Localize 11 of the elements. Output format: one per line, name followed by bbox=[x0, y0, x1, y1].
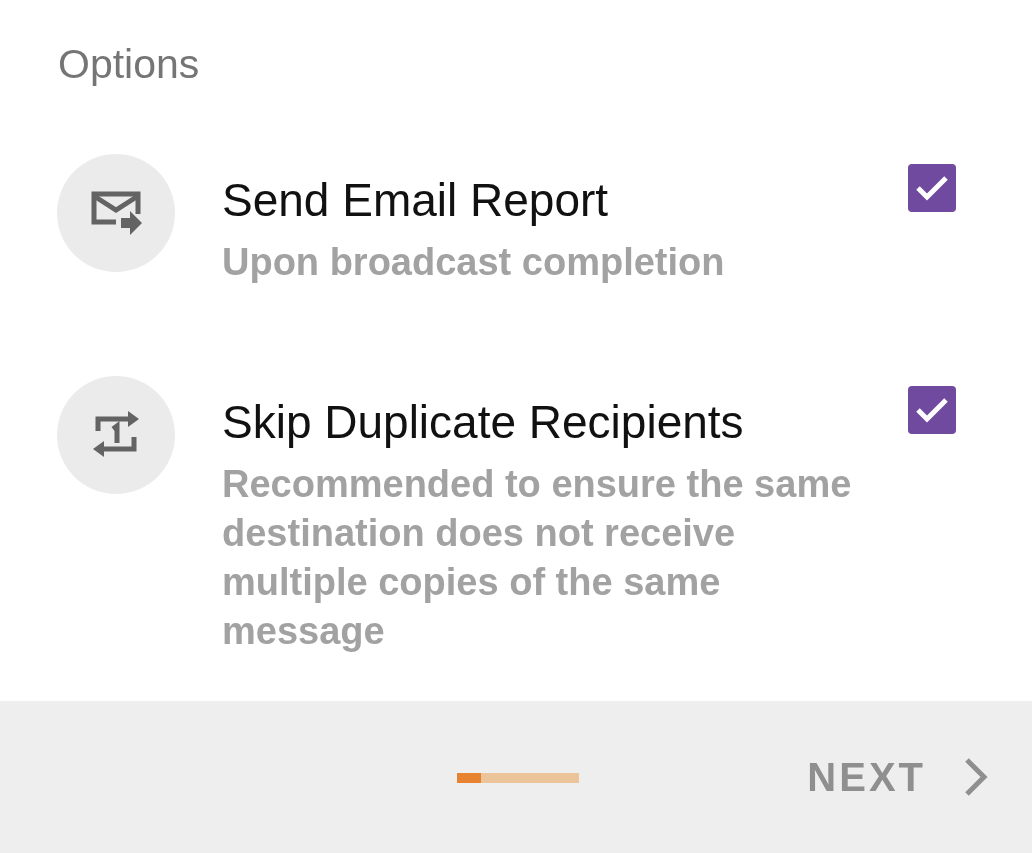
option-title: Skip Duplicate Recipients bbox=[222, 396, 745, 448]
option-description: Upon broadcast completion bbox=[222, 240, 726, 285]
checkbox[interactable] bbox=[908, 386, 956, 434]
next-button[interactable]: NEXT bbox=[807, 754, 988, 800]
section-title: Options bbox=[58, 40, 201, 89]
check-icon bbox=[915, 175, 949, 201]
option-title: Send Email Report bbox=[222, 174, 610, 226]
option-description: Recommended to ensure the same destination does not receive multiple copies of the same message bbox=[222, 462, 852, 654]
checkbox[interactable] bbox=[908, 164, 956, 212]
chevron-right-icon bbox=[964, 757, 988, 797]
check-icon bbox=[915, 397, 949, 423]
